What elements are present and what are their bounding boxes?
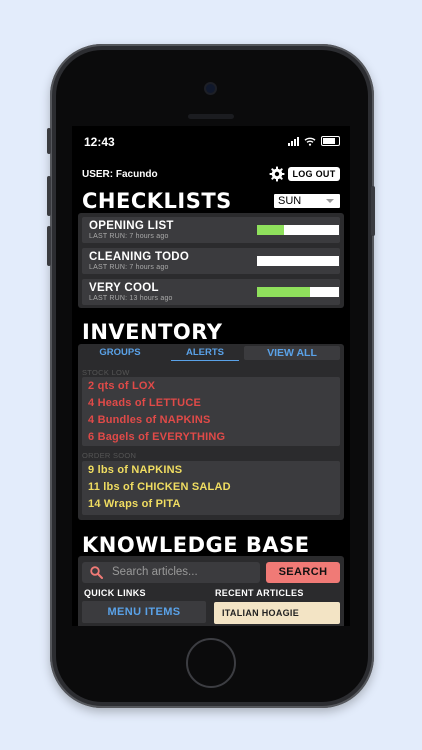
app-screen: 12:43 USER: Facundo LOG OUT CHECKLISTS S… [72,126,350,626]
list-item[interactable]: 4 Bundles of NAPKINS [88,414,211,426]
tab-alerts[interactable]: ALERTS [171,346,239,361]
list-item[interactable]: 4 Heads of LETTUCE [88,397,201,409]
tab-groups[interactable]: GROUPS [82,346,158,360]
menu-items-button[interactable]: MENU ITEMS [82,601,206,623]
day-select-value: SUN [278,195,302,207]
list-item[interactable]: 14 Wraps of PITA [88,498,181,510]
list-item[interactable]: 9 lbs of NAPKINS [88,464,182,476]
checklist-progress-bar [257,256,339,266]
inventory-tabs: GROUPS ALERTS VIEW ALL [82,346,340,361]
volume-down-button [47,226,51,266]
checklist-item[interactable]: CLEANING TODO LAST RUN: 7 hours ago [82,248,340,274]
user-label: USER: Facundo [82,169,158,180]
checklist-progress-fill [257,287,311,297]
front-camera [206,84,215,93]
list-item[interactable]: 6 Bagels of EVERYTHING [88,431,225,443]
stock-low-list: 2 qts of LOX 4 Heads of LETTUCE 4 Bundle… [82,377,340,446]
inventory-panel: GROUPS ALERTS VIEW ALL STOCK LOW 2 qts o… [78,344,344,520]
checklist-last-run: LAST RUN: 7 hours ago [89,264,169,271]
power-button [371,186,375,236]
earpiece-speaker [188,114,234,119]
search-input[interactable]: Search articles... [82,562,260,583]
status-icons [288,136,340,146]
search-button[interactable]: SEARCH [266,562,340,583]
gear-icon[interactable] [269,166,285,182]
wifi-icon [304,137,316,146]
checklist-last-run: LAST RUN: 13 hours ago [89,295,173,302]
stock-low-label: STOCK LOW [82,368,130,377]
home-button[interactable] [186,638,236,688]
checklists-panel: OPENING LIST LAST RUN: 7 hours ago CLEAN… [78,213,344,308]
tab-view-all[interactable]: VIEW ALL [244,346,340,360]
chevron-down-icon [326,199,334,203]
search-icon [90,566,103,579]
user-header: USER: Facundo LOG OUT [82,166,340,182]
recent-article-link[interactable]: ITALIAN HOAGIE [214,602,340,624]
checklist-item[interactable]: OPENING LIST LAST RUN: 7 hours ago [82,217,340,243]
checklist-progress-bar [257,287,339,297]
mute-switch [47,128,51,154]
checklist-name: OPENING LIST [89,220,174,232]
checklist-name: CLEANING TODO [89,251,190,263]
order-soon-list: 9 lbs of NAPKINS 11 lbs of CHICKEN SALAD… [82,461,340,515]
battery-icon [321,136,340,146]
quick-links-label: QUICK LINKS [84,588,146,598]
knowledge-base-title: KNOWLEDGE BASE [82,533,310,557]
cellular-signal-icon [288,136,299,146]
order-soon-label: ORDER SOON [82,451,137,460]
day-select[interactable]: SUN [274,194,340,208]
checklists-title: CHECKLISTS [82,189,232,213]
volume-up-button [47,176,51,216]
status-bar: 12:43 [72,126,350,156]
status-time: 12:43 [84,135,115,149]
logout-button[interactable]: LOG OUT [288,167,340,181]
recent-articles-label: RECENT ARTICLES [215,588,304,598]
list-item[interactable]: 2 qts of LOX [88,380,155,392]
checklist-progress-fill [257,225,285,235]
inventory-title: INVENTORY [82,320,223,344]
checklist-name: VERY COOL [89,282,159,294]
list-item[interactable]: 11 lbs of CHICKEN SALAD [88,481,231,493]
checklist-progress-bar [257,225,339,235]
checklist-item[interactable]: VERY COOL LAST RUN: 13 hours ago [82,279,340,305]
checklist-last-run: LAST RUN: 7 hours ago [89,233,169,240]
search-placeholder: Search articles... [112,566,198,578]
